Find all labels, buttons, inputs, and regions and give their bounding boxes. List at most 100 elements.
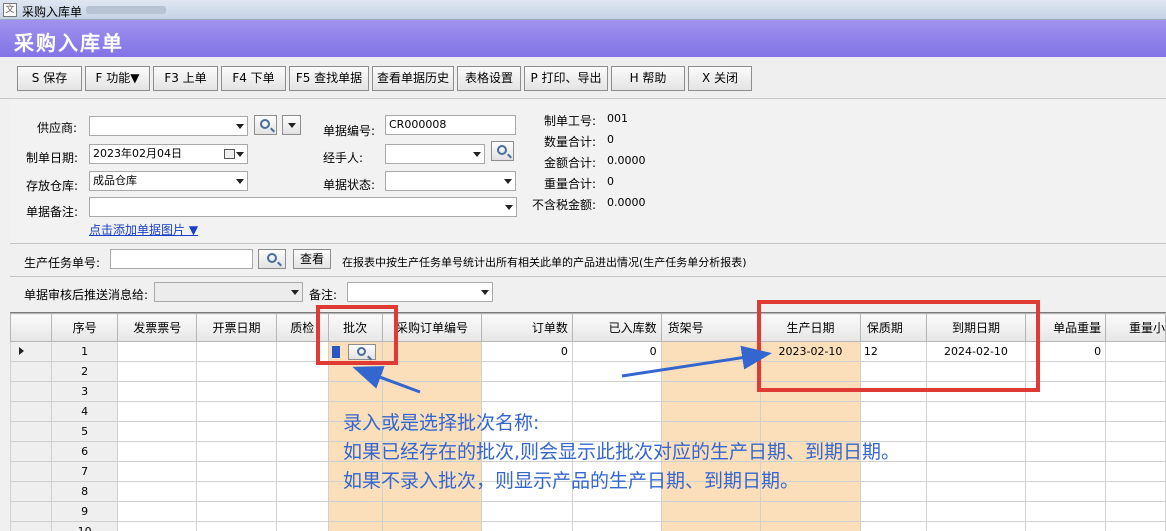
table-row[interactable]: 9 xyxy=(10,501,1166,522)
grid-cell[interactable] xyxy=(571,361,662,382)
supplier-more-button[interactable] xyxy=(282,115,301,135)
grid-cell[interactable] xyxy=(1105,361,1166,382)
status-select[interactable] xyxy=(385,171,516,191)
table-row[interactable]: 4 xyxy=(10,401,1166,422)
table-settings-button[interactable]: 表格设置 xyxy=(457,66,521,91)
column-header-invoice-no[interactable]: 发票票号 xyxy=(117,313,198,342)
grid-cell[interactable] xyxy=(196,421,277,442)
save-button[interactable]: S 保存 xyxy=(17,66,82,91)
grid-cell[interactable] xyxy=(327,521,383,531)
grid-cell[interactable] xyxy=(1105,501,1166,522)
grid-cell[interactable] xyxy=(571,381,662,402)
grid-cell[interactable] xyxy=(196,361,277,382)
table-row[interactable]: 10 xyxy=(10,521,1166,531)
grid-cell[interactable] xyxy=(196,381,277,402)
grid-cell[interactable] xyxy=(760,521,861,531)
grid-cell[interactable] xyxy=(571,501,662,522)
grid-cell[interactable] xyxy=(196,501,277,522)
grid-cell[interactable] xyxy=(1025,441,1107,462)
grid-cell[interactable] xyxy=(275,481,329,502)
grid-cell[interactable] xyxy=(1105,441,1166,462)
grid-cell[interactable] xyxy=(275,381,329,402)
grid-cell[interactable] xyxy=(660,401,762,422)
column-header-order-qty[interactable]: 订单数 xyxy=(481,313,573,342)
grid-cell[interactable] xyxy=(117,461,198,482)
grid-cell[interactable] xyxy=(760,501,861,522)
date-picker[interactable]: 2023年02月04日 xyxy=(89,144,248,164)
grid-cell[interactable] xyxy=(481,361,573,382)
grid-cell[interactable] xyxy=(1025,421,1107,442)
handler-search-button[interactable] xyxy=(491,141,514,161)
grid-cell[interactable] xyxy=(859,401,927,422)
grid-cell[interactable] xyxy=(196,401,277,422)
add-image-link[interactable]: 点击添加单据图片 ▼ xyxy=(89,221,198,238)
grid-cell[interactable] xyxy=(117,401,198,422)
grid-cell[interactable] xyxy=(481,501,573,522)
invoice-no-cell[interactable] xyxy=(117,341,198,362)
invoice-date-cell[interactable] xyxy=(196,341,277,362)
grid-cell[interactable] xyxy=(117,421,198,442)
grid-cell[interactable] xyxy=(1105,461,1166,482)
grid-cell[interactable] xyxy=(1105,481,1166,502)
find-document-button[interactable]: F5 查找单据 xyxy=(289,66,369,91)
grid-cell[interactable] xyxy=(1025,461,1107,482)
shelf-cell[interactable] xyxy=(660,341,762,362)
previous-document-button[interactable]: F3 上单 xyxy=(153,66,218,91)
supplier-search-button[interactable] xyxy=(254,115,277,135)
grid-cell[interactable] xyxy=(925,481,1027,502)
grid-cell[interactable] xyxy=(859,521,927,531)
grid-cell[interactable] xyxy=(859,481,927,502)
grid-cell[interactable] xyxy=(660,501,762,522)
doc-no-field[interactable]: CR000008 xyxy=(385,115,516,135)
grid-cell[interactable] xyxy=(117,361,198,382)
task-view-button[interactable]: 查看 xyxy=(293,249,331,269)
grid-cell[interactable] xyxy=(381,521,483,531)
grid-cell[interactable] xyxy=(196,441,277,462)
grid-cell[interactable] xyxy=(481,381,573,402)
grid-cell[interactable] xyxy=(925,501,1027,522)
grid-cell[interactable] xyxy=(1105,521,1166,531)
weight-subtotal-cell[interactable] xyxy=(1105,341,1166,362)
grid-cell[interactable] xyxy=(275,521,329,531)
grid-cell[interactable] xyxy=(275,501,329,522)
grid-cell[interactable] xyxy=(117,501,198,522)
column-header-received-qty[interactable]: 已入库数 xyxy=(571,313,662,342)
push-select[interactable] xyxy=(154,282,303,302)
grid-cell[interactable] xyxy=(275,441,329,462)
grid-cell[interactable] xyxy=(1025,401,1107,422)
grid-cell[interactable] xyxy=(117,481,198,502)
grid-cell[interactable] xyxy=(117,521,198,531)
print-export-button[interactable]: P 打印、导出 xyxy=(524,66,608,91)
document-history-button[interactable]: 查看单据历史 xyxy=(372,66,454,91)
grid-cell[interactable] xyxy=(660,381,762,402)
grid-cell[interactable] xyxy=(660,361,762,382)
close-button[interactable]: X 关闭 xyxy=(688,66,752,91)
grid-cell[interactable] xyxy=(196,521,277,531)
warehouse-select[interactable]: 成品仓库 xyxy=(89,171,248,191)
column-header-seq[interactable]: 序号 xyxy=(50,313,119,342)
grid-cell[interactable] xyxy=(925,441,1027,462)
grid-cell[interactable] xyxy=(327,381,383,402)
help-button[interactable]: H 帮助 xyxy=(611,66,685,91)
grid-cell[interactable] xyxy=(1105,381,1166,402)
order-qty-cell[interactable]: 0 xyxy=(481,341,573,362)
grid-cell[interactable] xyxy=(381,501,483,522)
grid-cell[interactable] xyxy=(1105,401,1166,422)
grid-cell[interactable] xyxy=(327,501,383,522)
grid-cell[interactable] xyxy=(1105,421,1166,442)
next-document-button[interactable]: F4 下单 xyxy=(221,66,286,91)
grid-cell[interactable] xyxy=(925,401,1027,422)
handler-select[interactable] xyxy=(385,144,485,164)
task-no-field[interactable] xyxy=(110,249,253,269)
push-remark-select[interactable] xyxy=(347,282,493,302)
grid-cell[interactable] xyxy=(925,461,1027,482)
grid-cell[interactable] xyxy=(117,381,198,402)
grid-cell[interactable] xyxy=(481,521,573,531)
grid-cell[interactable] xyxy=(196,481,277,502)
grid-cell[interactable] xyxy=(925,521,1027,531)
function-menu-button[interactable]: F 功能▼ xyxy=(85,66,150,91)
grid-cell[interactable] xyxy=(117,441,198,462)
column-header-invoice-date[interactable]: 开票日期 xyxy=(196,313,277,342)
grid-cell[interactable] xyxy=(660,521,762,531)
grid-cell[interactable] xyxy=(859,501,927,522)
